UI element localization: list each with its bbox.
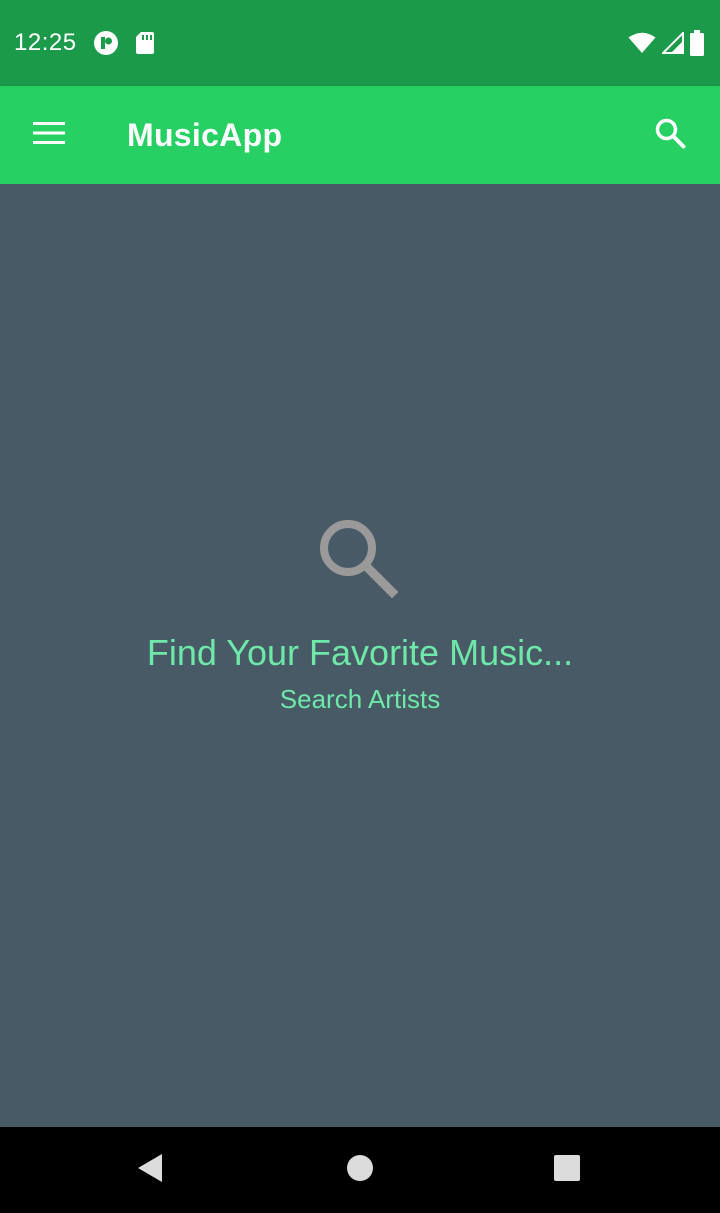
system-nav-bar (0, 1127, 720, 1213)
wifi-icon (628, 32, 656, 54)
nav-home-button[interactable] (300, 1127, 420, 1213)
status-left: 12:25 (14, 29, 155, 57)
empty-state-subtitle: Search Artists (279, 684, 441, 714)
status-right (628, 30, 704, 56)
empty-state-title: Find Your Favorite Music... (146, 632, 574, 673)
search-button[interactable] (620, 86, 720, 184)
nav-back-button[interactable] (90, 1127, 210, 1213)
home-icon (346, 1154, 374, 1187)
cell-signal-icon (662, 32, 684, 54)
nav-recents-button[interactable] (507, 1127, 627, 1213)
empty-state-search-icon (316, 516, 404, 604)
sd-card-icon (135, 31, 155, 55)
menu-button[interactable] (0, 86, 98, 184)
back-icon (136, 1153, 164, 1188)
app-notification-icon (93, 30, 119, 56)
app-title: MusicApp (127, 116, 283, 153)
content-area: Find Your Favorite Music... Search Artis… (0, 184, 720, 1127)
app-bar: MusicApp (0, 86, 720, 184)
recents-icon (554, 1154, 580, 1186)
status-time: 12:25 (14, 29, 77, 56)
battery-icon (690, 30, 704, 56)
hamburger-menu-icon (33, 121, 65, 150)
search-icon (654, 117, 686, 154)
status-bar: 12:25 (0, 0, 720, 86)
